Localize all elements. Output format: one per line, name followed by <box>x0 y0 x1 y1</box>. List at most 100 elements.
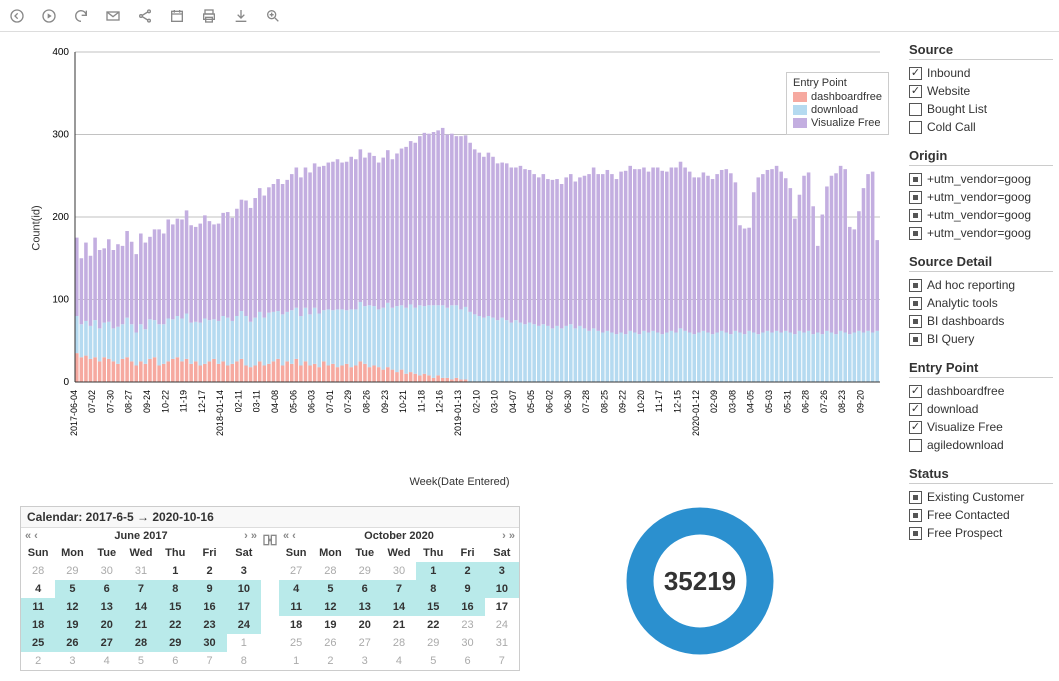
calendar-day[interactable]: 29 <box>55 562 89 580</box>
calendar-day[interactable]: 27 <box>279 562 313 580</box>
calendar-day[interactable]: 30 <box>382 562 416 580</box>
cal-next-icon[interactable]: › » <box>502 530 515 542</box>
calendar-day[interactable]: 15 <box>416 598 450 616</box>
calendar-day[interactable]: 5 <box>416 652 450 670</box>
calendar-day[interactable]: 21 <box>124 616 158 634</box>
calendar-day[interactable]: 23 <box>192 616 226 634</box>
calendar-link-icon[interactable] <box>261 528 279 670</box>
calendar-day[interactable]: 2 <box>21 652 55 670</box>
calendar-day[interactable]: 18 <box>279 616 313 634</box>
calendar-day[interactable]: 2 <box>450 562 484 580</box>
calendar-day[interactable]: 9 <box>192 580 226 598</box>
calendar-day[interactable]: 1 <box>416 562 450 580</box>
filter-option[interactable]: Inbound <box>909 66 1053 80</box>
filter-option[interactable]: Free Contacted <box>909 508 1053 522</box>
checkbox-icon[interactable] <box>909 439 922 452</box>
calendar-day[interactable]: 6 <box>90 580 124 598</box>
calendar-day[interactable]: 7 <box>382 580 416 598</box>
calendar-day[interactable]: 25 <box>279 634 313 652</box>
calendar-day[interactable]: 4 <box>382 652 416 670</box>
play-icon[interactable] <box>40 7 58 25</box>
calendar-day[interactable]: 15 <box>158 598 192 616</box>
calendar-day[interactable]: 12 <box>55 598 89 616</box>
checkbox-icon[interactable] <box>909 103 922 116</box>
calendar-day[interactable]: 19 <box>313 616 347 634</box>
calendar-day[interactable]: 17 <box>485 598 519 616</box>
filter-option[interactable]: BI dashboards <box>909 314 1053 328</box>
calendar-day[interactable]: 30 <box>450 634 484 652</box>
mail-icon[interactable] <box>104 7 122 25</box>
calendar-day[interactable]: 26 <box>313 634 347 652</box>
calendar-day[interactable]: 11 <box>21 598 55 616</box>
calendar-day[interactable]: 5 <box>124 652 158 670</box>
filter-option[interactable]: +utm_vendor=goog <box>909 226 1053 240</box>
calendar-day[interactable]: 2 <box>192 562 226 580</box>
calendar-day[interactable]: 22 <box>416 616 450 634</box>
calendar-day[interactable]: 13 <box>348 598 382 616</box>
calendar-day[interactable]: 27 <box>348 634 382 652</box>
calendar-day[interactable]: 11 <box>279 598 313 616</box>
calendar-day[interactable]: 23 <box>450 616 484 634</box>
calendar-day[interactable]: 5 <box>55 580 89 598</box>
calendar-day[interactable]: 6 <box>450 652 484 670</box>
calendar-day[interactable]: 14 <box>382 598 416 616</box>
calendar-day[interactable]: 8 <box>227 652 261 670</box>
checkbox-icon[interactable] <box>909 491 922 504</box>
calendar-day[interactable]: 29 <box>348 562 382 580</box>
calendar-day[interactable]: 4 <box>21 580 55 598</box>
filter-option[interactable]: +utm_vendor=goog <box>909 208 1053 222</box>
calendar-day[interactable]: 10 <box>485 580 519 598</box>
calendar-day[interactable]: 28 <box>382 634 416 652</box>
calendar-day[interactable]: 1 <box>158 562 192 580</box>
refresh-icon[interactable] <box>72 7 90 25</box>
filter-option[interactable]: agiledownload <box>909 438 1053 452</box>
calendar-day[interactable]: 14 <box>124 598 158 616</box>
print-icon[interactable] <box>200 7 218 25</box>
calendar-day[interactable]: 2 <box>313 652 347 670</box>
calendar-day[interactable]: 3 <box>227 562 261 580</box>
calendar-day[interactable]: 24 <box>227 616 261 634</box>
calendar-day[interactable]: 4 <box>90 652 124 670</box>
calendar-day[interactable]: 30 <box>192 634 226 652</box>
checkbox-icon[interactable] <box>909 315 922 328</box>
checkbox-icon[interactable] <box>909 191 922 204</box>
calendar-day[interactable]: 20 <box>90 616 124 634</box>
checkbox-icon[interactable] <box>909 227 922 240</box>
filter-option[interactable]: +utm_vendor=goog <box>909 172 1053 186</box>
calendar-day[interactable]: 22 <box>158 616 192 634</box>
cal-prev-icon[interactable]: « ‹ <box>283 530 296 542</box>
calendar-day[interactable]: 28 <box>124 634 158 652</box>
checkbox-icon[interactable] <box>909 333 922 346</box>
calendar-day[interactable]: 13 <box>90 598 124 616</box>
calendar-day[interactable]: 26 <box>55 634 89 652</box>
calendar-day[interactable]: 12 <box>313 598 347 616</box>
filter-option[interactable]: dashboardfree <box>909 384 1053 398</box>
calendar-day[interactable]: 31 <box>485 634 519 652</box>
zoom-icon[interactable] <box>264 7 282 25</box>
calendar-day[interactable]: 29 <box>416 634 450 652</box>
filter-option[interactable]: Website <box>909 84 1053 98</box>
cal-next-icon[interactable]: › » <box>244 530 257 542</box>
calendar-day[interactable]: 3 <box>348 652 382 670</box>
filter-option[interactable]: Cold Call <box>909 120 1053 134</box>
calendar-day[interactable]: 6 <box>158 652 192 670</box>
calendar-day[interactable]: 1 <box>279 652 313 670</box>
calendar-day[interactable]: 7 <box>192 652 226 670</box>
filter-option[interactable]: Free Prospect <box>909 526 1053 540</box>
calendar-day[interactable]: 17 <box>227 598 261 616</box>
checkbox-icon[interactable] <box>909 297 922 310</box>
calendar-day[interactable]: 31 <box>124 562 158 580</box>
checkbox-icon[interactable] <box>909 279 922 292</box>
calendar-day[interactable]: 8 <box>416 580 450 598</box>
filter-option[interactable]: Visualize Free <box>909 420 1053 434</box>
calendar-day[interactable]: 4 <box>279 580 313 598</box>
calendar-day[interactable]: 3 <box>55 652 89 670</box>
share-icon[interactable] <box>136 7 154 25</box>
filter-option[interactable]: Bought List <box>909 102 1053 116</box>
download-icon[interactable] <box>232 7 250 25</box>
calendar-icon[interactable] <box>168 7 186 25</box>
checkbox-icon[interactable] <box>909 527 922 540</box>
calendar-day[interactable]: 27 <box>90 634 124 652</box>
calendar-day[interactable]: 19 <box>55 616 89 634</box>
calendar-day[interactable]: 3 <box>485 562 519 580</box>
